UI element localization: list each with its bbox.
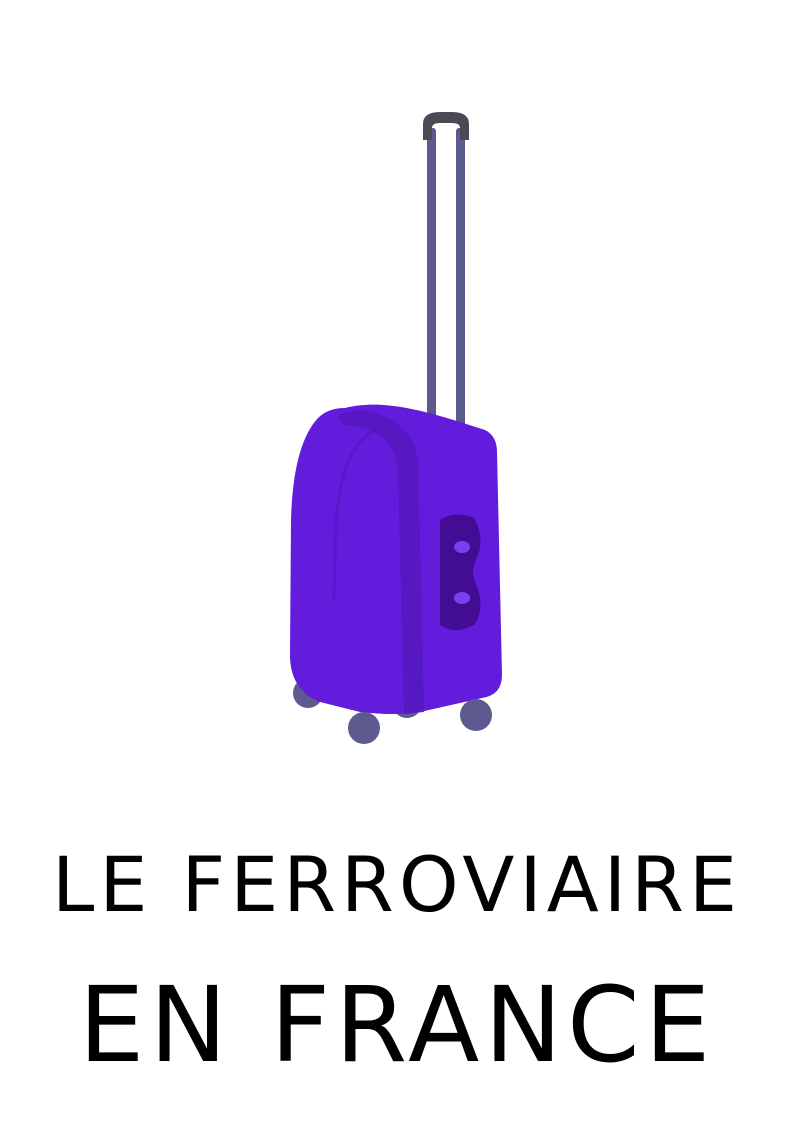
document-page: LE FERROVIAIRE EN FRANCE: [0, 0, 794, 1123]
suitcase-icon: [290, 112, 502, 744]
title-line-1: LE FERROVIAIRE: [52, 840, 742, 929]
title-line-2: EN FRANCE: [78, 964, 716, 1086]
